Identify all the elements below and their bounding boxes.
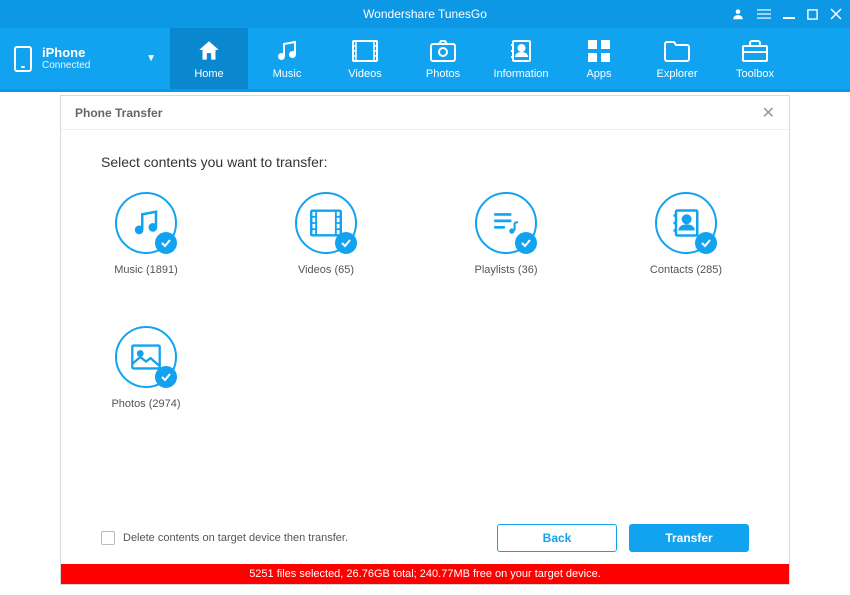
content-item-music[interactable]: Music (1891)	[101, 192, 191, 276]
video-icon	[352, 38, 378, 64]
check-icon	[155, 366, 177, 388]
video-icon	[295, 192, 357, 254]
close-icon[interactable]	[830, 8, 842, 20]
photo-icon	[430, 38, 456, 64]
music-icon	[274, 38, 300, 64]
delete-option-row[interactable]: Delete contents on target device then tr…	[101, 531, 348, 545]
instruction-text: Select contents you want to transfer:	[101, 154, 749, 170]
nav-label: Photos	[426, 68, 460, 80]
nav-label: Apps	[586, 68, 611, 80]
nav: Home Music Videos Photos Information App…	[170, 28, 850, 89]
nav-label: Home	[194, 68, 223, 80]
item-label: Contacts (285)	[650, 264, 722, 276]
device-status: Connected	[42, 60, 90, 72]
contacts-icon	[655, 192, 717, 254]
menu-icon[interactable]	[757, 7, 771, 21]
photo-icon	[115, 326, 177, 388]
status-bar: 5251 files selected, 26.76GB total; 240.…	[61, 564, 789, 584]
nav-videos[interactable]: Videos	[326, 28, 404, 89]
delete-checkbox[interactable]	[101, 531, 115, 545]
item-label: Photos (2974)	[111, 398, 180, 410]
modal-backdrop: Phone Transfer ✕ Select contents you wan…	[0, 95, 850, 595]
transfer-button[interactable]: Transfer	[629, 524, 749, 552]
nav-label: Music	[273, 68, 302, 80]
nav-label: Explorer	[657, 68, 698, 80]
app-title: Wondershare TunesGo	[363, 7, 487, 21]
titlebar-controls	[731, 0, 842, 28]
content-item-photos[interactable]: Photos (2974)	[101, 326, 191, 410]
close-icon[interactable]: ✕	[762, 103, 775, 123]
content-item-playlists[interactable]: Playlists (36)	[461, 192, 551, 276]
delete-option-label: Delete contents on target device then tr…	[123, 532, 348, 544]
nav-information[interactable]: Information	[482, 28, 560, 89]
apps-icon	[586, 38, 612, 64]
maximize-icon[interactable]	[807, 9, 818, 20]
modal-header: Phone Transfer ✕	[61, 96, 789, 130]
nav-photos[interactable]: Photos	[404, 28, 482, 89]
nav-label: Videos	[348, 68, 381, 80]
item-label: Music (1891)	[114, 264, 178, 276]
playlist-icon	[475, 192, 537, 254]
modal-title: Phone Transfer	[75, 106, 162, 120]
nav-label: Information	[493, 68, 548, 80]
content-item-contacts[interactable]: Contacts (285)	[641, 192, 731, 276]
item-label: Videos (65)	[298, 264, 354, 276]
nav-explorer[interactable]: Explorer	[638, 28, 716, 89]
modal-footer: Delete contents on target device then tr…	[61, 512, 789, 564]
check-icon	[695, 232, 717, 254]
content-item-videos[interactable]: Videos (65)	[281, 192, 371, 276]
chevron-down-icon: ▼	[146, 53, 156, 64]
check-icon	[335, 232, 357, 254]
check-icon	[155, 232, 177, 254]
phone-icon	[14, 46, 32, 72]
user-icon[interactable]	[731, 7, 745, 21]
device-selector[interactable]: iPhone Connected ▼	[0, 28, 170, 89]
home-icon	[196, 38, 222, 64]
modal-body: Select contents you want to transfer: Mu…	[61, 130, 789, 512]
minimize-icon[interactable]	[783, 8, 795, 20]
nav-label: Toolbox	[736, 68, 774, 80]
contacts-icon	[508, 38, 534, 64]
content-items-grid: Music (1891) Videos (65) Playlists (36)	[101, 192, 749, 410]
music-icon	[115, 192, 177, 254]
item-label: Playlists (36)	[475, 264, 538, 276]
toolbox-icon	[742, 38, 768, 64]
nav-toolbox[interactable]: Toolbox	[716, 28, 794, 89]
back-button[interactable]: Back	[497, 524, 617, 552]
titlebar: Wondershare TunesGo	[0, 0, 850, 28]
check-icon	[515, 232, 537, 254]
nav-music[interactable]: Music	[248, 28, 326, 89]
nav-home[interactable]: Home	[170, 28, 248, 89]
status-text: 5251 files selected, 26.76GB total; 240.…	[249, 568, 601, 580]
topbar: iPhone Connected ▼ Home Music Videos Pho…	[0, 28, 850, 92]
folder-icon	[664, 38, 690, 64]
phone-transfer-modal: Phone Transfer ✕ Select contents you wan…	[60, 95, 790, 585]
nav-apps[interactable]: Apps	[560, 28, 638, 89]
device-name: iPhone	[42, 45, 90, 61]
footer-buttons: Back Transfer	[497, 524, 749, 552]
